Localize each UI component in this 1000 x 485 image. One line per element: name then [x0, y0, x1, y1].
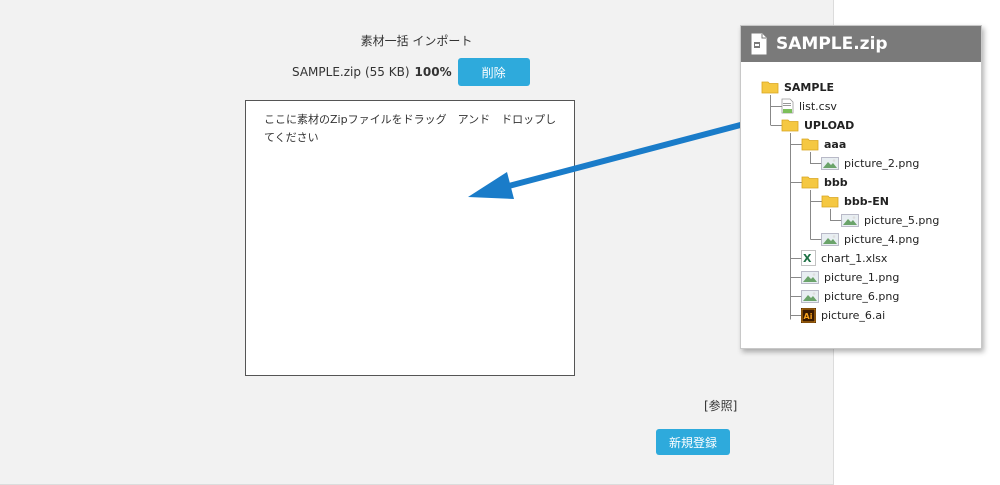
tree-node-label: picture_6.ai: [821, 308, 886, 322]
tree-node-label: bbb-EN: [844, 194, 889, 208]
illustrator-file-icon: Ai: [801, 307, 816, 323]
tree-node-label: chart_1.xlsx: [821, 251, 888, 265]
folder-icon: [821, 194, 839, 208]
image-file-icon: [801, 270, 819, 284]
svg-text:X: X: [803, 252, 812, 265]
tree-node-label: SAMPLE: [784, 80, 834, 94]
tree-node-label: picture_6.png: [824, 289, 900, 303]
tree-folder: UPLOAD: [781, 117, 854, 133]
tree-node-label: picture_2.png: [844, 156, 920, 170]
folder-icon: [781, 118, 799, 132]
excel-file-icon: X: [801, 250, 816, 266]
tree-file: picture_2.png: [821, 155, 919, 171]
tree-file: picture_5.png: [841, 212, 939, 228]
tree-node-label: picture_4.png: [844, 232, 920, 246]
tree-node-label: UPLOAD: [804, 118, 855, 132]
folder-icon: [801, 175, 819, 189]
tree-file: Xchart_1.xlsx: [801, 250, 887, 266]
tree-file: picture_6.png: [801, 288, 899, 304]
image-file-icon: [821, 232, 839, 246]
svg-text:Ai: Ai: [804, 312, 813, 321]
tree-node-label: aaa: [824, 137, 847, 151]
tree-folder: bbb-EN: [821, 193, 889, 209]
tree-node-label: list.csv: [799, 99, 837, 113]
tree-folder: aaa: [801, 136, 846, 152]
tree-file: list.csv: [781, 98, 837, 114]
image-file-icon: [801, 289, 819, 303]
folder-icon: [761, 80, 779, 94]
tree-folder: SAMPLE: [761, 79, 834, 95]
tree-node-label: bbb: [824, 175, 848, 189]
tree-node-label: picture_5.png: [864, 213, 940, 227]
zip-structure-card: SAMPLE.zip SAMPLE list.csv UPLOAD aaa pictur…: [740, 25, 982, 349]
folder-icon: [801, 137, 819, 151]
tree-file: picture_4.png: [821, 231, 919, 247]
image-file-icon: [821, 156, 839, 170]
tree-folder: bbb: [801, 174, 848, 190]
tree-file: Ai picture_6.ai: [801, 307, 885, 323]
tree-file: picture_1.png: [801, 269, 899, 285]
tree-node-label: picture_1.png: [824, 270, 900, 284]
image-file-icon: [841, 213, 859, 227]
csv-file-icon: [781, 98, 794, 114]
